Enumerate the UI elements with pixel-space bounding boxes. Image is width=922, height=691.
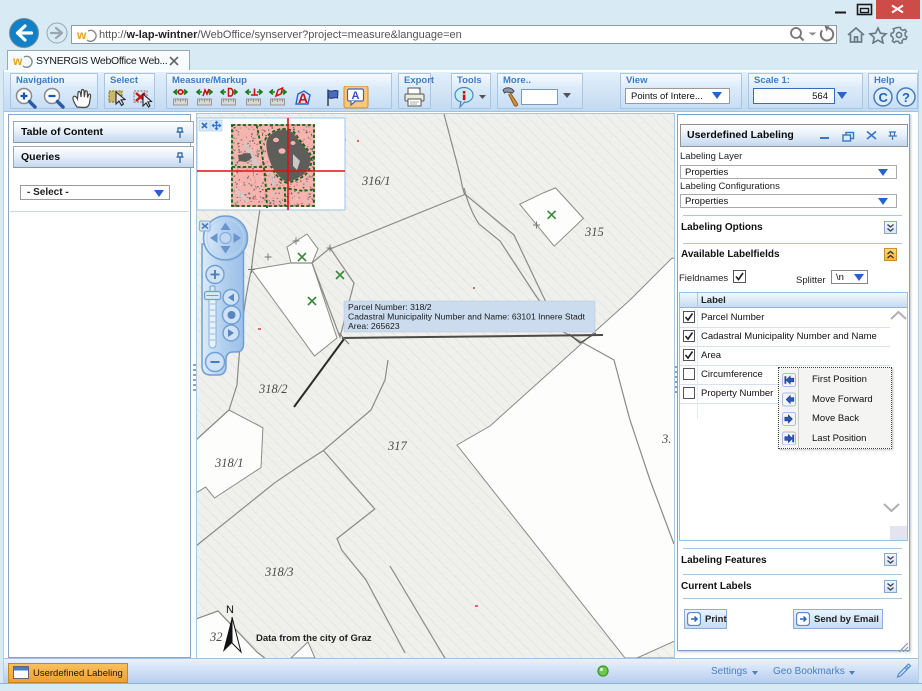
svg-text:Cadastral Municipality Number: Cadastral Municipality Number and Name: … — [348, 312, 586, 322]
svg-text:Parcel Number: 318/2: Parcel Number: 318/2 — [348, 302, 432, 312]
svg-text:32: 32 — [209, 630, 223, 644]
svg-text:316/1: 316/1 — [361, 174, 390, 188]
svg-text:318/1: 318/1 — [214, 456, 243, 470]
svg-text:w: w — [77, 28, 87, 42]
svg-text:?: ? — [902, 90, 910, 105]
svg-text:Area: 265623: Area: 265623 — [348, 321, 400, 331]
svg-text:3.: 3. — [661, 432, 671, 446]
svg-text:N: N — [226, 604, 234, 616]
svg-text:318/3: 318/3 — [264, 565, 293, 579]
svg-text:318/2: 318/2 — [258, 382, 287, 396]
svg-text:A: A — [298, 90, 308, 106]
svg-text:w: w — [13, 54, 23, 68]
svg-text:C: C — [879, 90, 889, 105]
svg-text:315: 315 — [584, 225, 604, 239]
svg-text:A: A — [352, 90, 360, 102]
svg-text:317: 317 — [387, 439, 408, 453]
svg-text:Data from the city of Graz: Data from the city of Graz — [256, 633, 372, 644]
